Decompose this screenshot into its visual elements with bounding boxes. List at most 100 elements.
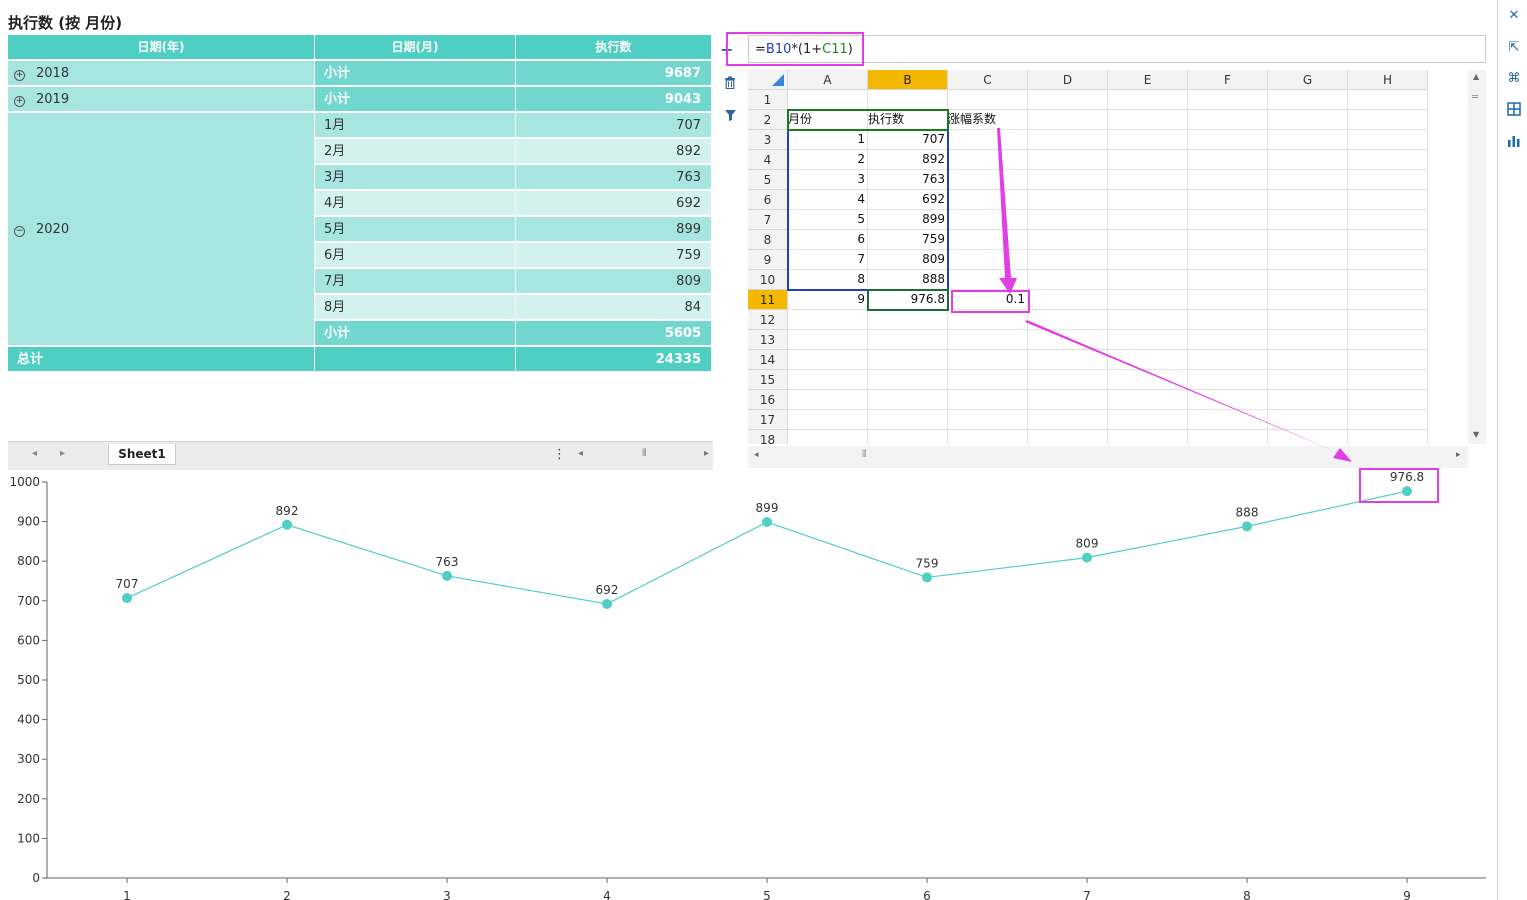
grid-cell[interactable] [1268, 130, 1348, 150]
grid-cell[interactable] [868, 370, 948, 390]
grid-cell[interactable] [1268, 190, 1348, 210]
grid-cell[interactable] [788, 330, 868, 350]
row-header[interactable]: 13 [748, 330, 788, 350]
grid-cell[interactable] [1108, 130, 1188, 150]
grid-cell[interactable] [1348, 110, 1428, 130]
column-header[interactable]: A [788, 70, 868, 90]
row-header[interactable]: 12 [748, 310, 788, 330]
grid-cell[interactable] [1268, 110, 1348, 130]
grid-cell[interactable] [948, 390, 1028, 410]
grid-cell[interactable] [1028, 230, 1108, 250]
grid-cell[interactable] [1108, 110, 1188, 130]
grid-cell[interactable] [1268, 90, 1348, 110]
spreadsheet-grid[interactable]: A B C D E F G H 1 2 月份 执行数 涨幅系数 3 1 707 4 2 892 5 3 763 6 4 692 7… [748, 70, 1486, 444]
grid-cell[interactable] [1268, 330, 1348, 350]
grid-cell[interactable] [1268, 170, 1348, 190]
grid-cell[interactable] [1268, 430, 1348, 444]
grid-cell[interactable] [1028, 90, 1108, 110]
grid-cell[interactable] [1348, 210, 1428, 230]
grid-cell[interactable] [948, 250, 1028, 270]
grid-cell[interactable]: 4 [788, 190, 868, 210]
grid-cell[interactable] [1108, 270, 1188, 290]
trash-icon[interactable] [720, 76, 740, 93]
grid-cell[interactable] [1348, 290, 1428, 310]
pivot-header-value[interactable]: 执行数 [516, 35, 712, 60]
grid-cell[interactable] [948, 170, 1028, 190]
scroll-thumb[interactable]: ⦀ [642, 448, 646, 459]
grid-cell[interactable] [1028, 430, 1108, 444]
grid-cell[interactable] [1188, 330, 1268, 350]
row-header[interactable]: 9 [748, 250, 788, 270]
grid-cell[interactable] [1188, 170, 1268, 190]
grid-cell[interactable] [1108, 410, 1188, 430]
grid-cell[interactable] [1108, 430, 1188, 444]
grid-cell[interactable] [1268, 410, 1348, 430]
grid-cell[interactable] [868, 90, 948, 110]
grid-cell[interactable] [1348, 90, 1428, 110]
grid-cell[interactable] [868, 410, 948, 430]
grid-cell[interactable] [1268, 390, 1348, 410]
grid-cell[interactable] [788, 350, 868, 370]
row-header[interactable]: 11 [748, 290, 788, 310]
grid-cell[interactable] [1348, 250, 1428, 270]
grid-cell[interactable]: 2 [788, 150, 868, 170]
column-header[interactable]: G [1268, 70, 1348, 90]
grid-cell[interactable]: 7 [788, 250, 868, 270]
grid-cell[interactable]: 707 [868, 130, 948, 150]
grid-cell[interactable] [868, 350, 948, 370]
grid-cell[interactable]: 执行数 [868, 110, 948, 130]
pivot-year-cell[interactable]: +2019 [8, 87, 315, 112]
grid-cell[interactable] [948, 350, 1028, 370]
grid-cell[interactable] [1268, 370, 1348, 390]
grid-cell[interactable] [788, 310, 868, 330]
grid-cell[interactable] [1028, 390, 1108, 410]
grid-cell[interactable] [948, 190, 1028, 210]
grid-cell[interactable] [868, 390, 948, 410]
close-icon[interactable]: ✕ [1506, 8, 1522, 23]
grid-cell[interactable] [1028, 270, 1108, 290]
scroll-right-icon[interactable]: ▸ [704, 448, 709, 459]
grid-cell[interactable]: 809 [868, 250, 948, 270]
grid-cell[interactable] [948, 90, 1028, 110]
grid-cell[interactable] [1188, 230, 1268, 250]
grid-cell[interactable] [1268, 210, 1348, 230]
grid-cell[interactable] [1108, 250, 1188, 270]
grid-cell[interactable] [1268, 290, 1348, 310]
grid-cell[interactable] [1108, 170, 1188, 190]
grid-cell[interactable] [1108, 390, 1188, 410]
grid-cell[interactable] [948, 130, 1028, 150]
grid-cell[interactable] [1028, 290, 1108, 310]
row-header[interactable]: 7 [748, 210, 788, 230]
select-all-corner[interactable] [748, 70, 788, 90]
grid-cell[interactable]: 1 [788, 130, 868, 150]
grid-icon[interactable] [1506, 102, 1522, 120]
grid-cell[interactable] [1268, 270, 1348, 290]
grid-cell[interactable] [948, 210, 1028, 230]
grid-cell[interactable] [1348, 390, 1428, 410]
grid-cell[interactable] [1348, 170, 1428, 190]
grid-cell[interactable] [788, 430, 868, 444]
grid-cell[interactable] [1348, 230, 1428, 250]
grid-cell[interactable] [1028, 110, 1108, 130]
row-header[interactable]: 5 [748, 170, 788, 190]
column-header[interactable]: B [868, 70, 948, 90]
grid-cell[interactable]: 763 [868, 170, 948, 190]
grid-cell[interactable] [1348, 370, 1428, 390]
formula-bar[interactable]: =B10*(1+C11) [748, 35, 1486, 63]
grid-cell[interactable] [788, 390, 868, 410]
plus-icon[interactable]: + [720, 40, 733, 59]
grid-cell[interactable] [1108, 330, 1188, 350]
row-header[interactable]: 16 [748, 390, 788, 410]
grid-cell[interactable] [1188, 430, 1268, 444]
grid-cell[interactable] [1028, 350, 1108, 370]
grid-cell[interactable] [1108, 370, 1188, 390]
horizontal-scrollbar[interactable]: ◂ ⦀ ▸ [748, 446, 1468, 468]
row-header[interactable]: 8 [748, 230, 788, 250]
grid-cell[interactable] [1188, 210, 1268, 230]
grid-cell[interactable] [868, 310, 948, 330]
grid-cell[interactable] [1028, 330, 1108, 350]
grid-cell[interactable] [1188, 150, 1268, 170]
grid-cell[interactable]: 692 [868, 190, 948, 210]
export-icon[interactable]: ⇱ [1506, 40, 1522, 55]
sheet-tab[interactable]: Sheet1 [108, 444, 176, 465]
